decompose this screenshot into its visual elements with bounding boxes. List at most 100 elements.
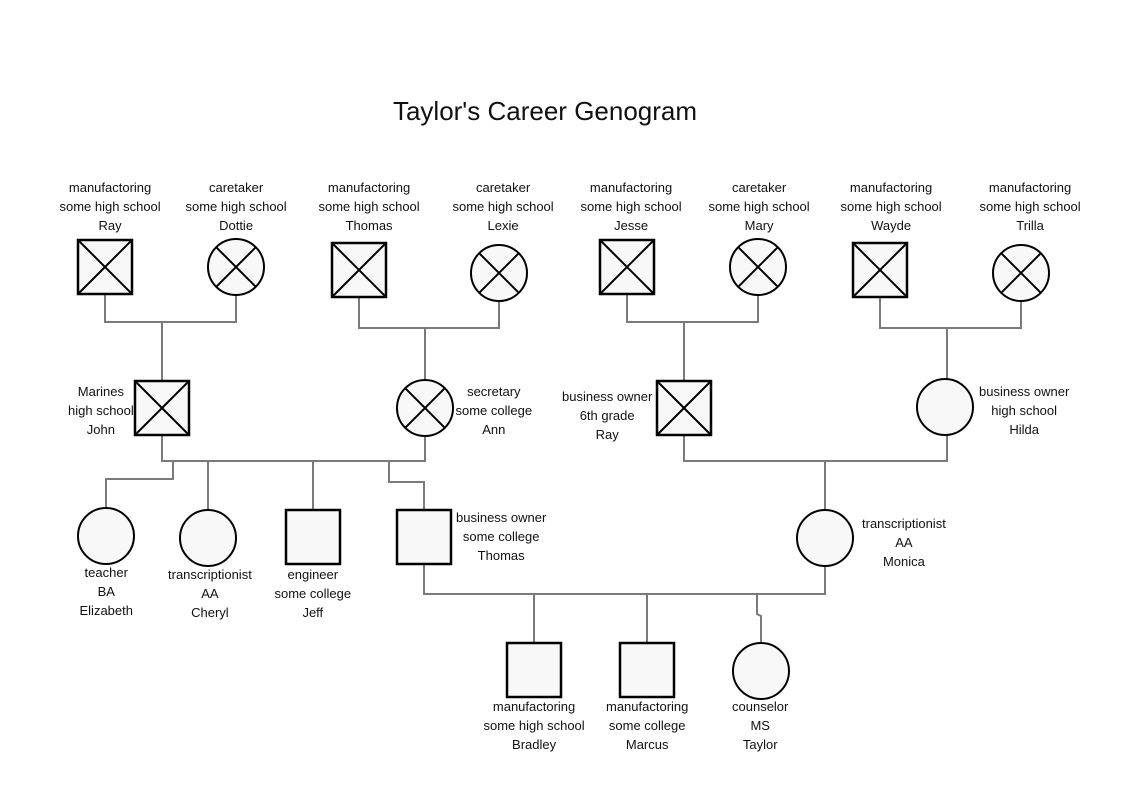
person-education: some high school — [318, 199, 420, 214]
person-name: Jeff — [302, 605, 324, 620]
female-symbol — [732, 642, 790, 700]
person-education: some high school — [840, 199, 942, 214]
marriage-line-wayde-trilla — [879, 297, 1022, 329]
person-occupation: counselor — [732, 699, 789, 714]
person-occupation: business owner — [562, 389, 653, 404]
child-line-thomas — [388, 461, 425, 510]
person-education: BA — [97, 584, 115, 599]
person-education: high school — [991, 403, 1058, 418]
person-education: some college — [462, 529, 540, 544]
person-name: Wayde — [871, 218, 912, 233]
person-education: some high school — [979, 199, 1081, 214]
person-education: 6th grade — [579, 408, 635, 423]
person-occupation: transcriptionist — [862, 516, 946, 531]
person-name: Thomas — [345, 218, 393, 233]
person-label-ray-gp: manufactoring some high school Ray — [60, 178, 161, 235]
person-occupation: Marines — [77, 384, 125, 399]
person-label-ray-p: business owner 6th grade Ray — [562, 387, 652, 444]
person-name: Mary — [744, 218, 774, 233]
person-name: Hilda — [1009, 422, 1039, 437]
person-occupation: teacher — [84, 565, 128, 580]
person-education: some college — [274, 586, 352, 601]
person-name: Monica — [882, 554, 925, 569]
female-symbol — [916, 378, 974, 436]
male-symbol — [505, 641, 563, 699]
person-name: Thomas — [477, 548, 525, 563]
person-occupation: manufactoring — [606, 699, 689, 714]
person-name: Bradley — [512, 737, 557, 752]
person-name: Ray — [98, 218, 122, 233]
person-education: some high school — [185, 199, 287, 214]
person-name: Lexie — [487, 218, 519, 233]
person-education: high school — [68, 403, 134, 418]
person-name: Elizabeth — [79, 603, 133, 618]
person-name: Ray — [595, 427, 619, 442]
person-name: Taylor — [742, 737, 778, 752]
marriage-line-john-ann — [161, 435, 426, 462]
person-education: MS — [750, 718, 770, 733]
female-symbol — [179, 509, 237, 567]
male-symbol — [618, 641, 676, 699]
person-label-marcus: manufactoring some college Marcus — [606, 697, 688, 754]
person-occupation: manufactoring — [492, 699, 576, 714]
person-label-hilda: business owner high school Hilda — [979, 382, 1069, 439]
person-name: Jesse — [614, 218, 649, 233]
person-name: Marcus — [625, 737, 669, 752]
male-symbol — [284, 508, 342, 566]
person-occupation: manufactoring — [589, 180, 673, 195]
marriage-line-thomas-lexie — [358, 297, 500, 329]
child-line-elizabeth — [105, 461, 174, 508]
person-name: Trilla — [1016, 218, 1044, 233]
person-label-elizabeth: teacher BA Elizabeth — [80, 563, 133, 620]
person-label-jesse: manufactoring some high school Jesse — [581, 178, 682, 235]
person-label-dottie: caretaker some high school Dottie — [186, 178, 287, 235]
person-occupation: manufactoring — [327, 180, 411, 195]
person-education: some college — [608, 718, 686, 733]
person-label-thomas: business owner some college Thomas — [456, 508, 546, 565]
person-name: Dottie — [219, 218, 254, 233]
person-name: Ann — [482, 422, 506, 437]
person-education: AA — [201, 586, 219, 601]
person-occupation: caretaker — [475, 180, 531, 195]
person-label-trilla: manufactoring some high school Trilla — [980, 178, 1081, 235]
person-label-ann: secretary some college Ann — [456, 382, 533, 439]
marriage-line-jesse-mary — [626, 294, 759, 323]
person-label-bradley: manufactoring some high school Bradley — [484, 697, 585, 754]
female-symbol — [77, 507, 135, 565]
person-occupation: business owner — [456, 510, 547, 525]
person-education: AA — [895, 535, 913, 550]
person-occupation: business owner — [979, 384, 1070, 399]
person-name: John — [86, 422, 115, 437]
person-occupation: manufactoring — [68, 180, 152, 195]
person-education: some high school — [59, 199, 161, 214]
person-label-john: Marines high school John — [68, 382, 134, 439]
marriage-line-ray-hilda — [683, 435, 948, 462]
person-occupation: secretary — [467, 384, 521, 399]
marriage-line-ray-dottie — [104, 294, 237, 323]
person-label-thomas-gp: manufactoring some high school Thomas — [319, 178, 420, 235]
person-education: some high school — [452, 199, 554, 214]
person-label-jeff: engineer some college Jeff — [275, 565, 352, 622]
male-symbol — [395, 508, 453, 566]
child-line-taylor — [756, 594, 762, 643]
person-education: some high school — [580, 199, 682, 214]
marriage-line-thomas-monica — [423, 564, 826, 595]
person-occupation: manufactoring — [849, 180, 933, 195]
person-label-wayde: manufactoring some high school Wayde — [841, 178, 942, 235]
person-label-mary: caretaker some high school Mary — [709, 178, 810, 235]
person-label-taylor: counselor MS Taylor — [732, 697, 788, 754]
person-occupation: caretaker — [208, 180, 264, 195]
person-occupation: engineer — [287, 567, 339, 582]
person-education: some college — [455, 403, 533, 418]
person-label-cheryl: transcriptionist AA Cheryl — [168, 565, 252, 622]
person-label-lexie: caretaker some high school Lexie — [453, 178, 554, 235]
person-occupation: transcriptionist — [168, 567, 252, 582]
person-occupation: manufactoring — [988, 180, 1072, 195]
person-name: Cheryl — [191, 605, 229, 620]
genogram-diagram — [76, 238, 1050, 700]
person-occupation: caretaker — [731, 180, 787, 195]
person-label-monica: transcriptionist AA Monica — [862, 514, 946, 571]
person-education: some high school — [483, 718, 585, 733]
female-symbol — [796, 509, 854, 567]
person-education: some high school — [708, 199, 810, 214]
